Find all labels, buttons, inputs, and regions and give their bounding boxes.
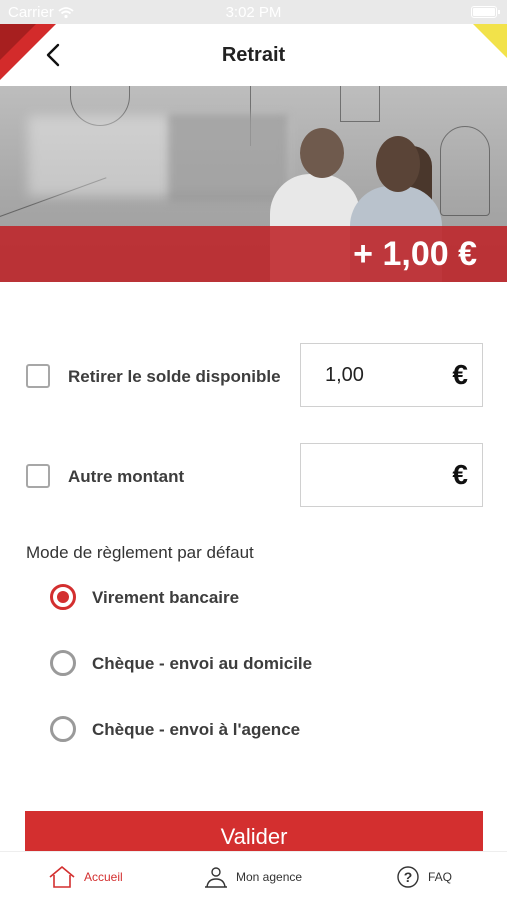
- withdraw-balance-checkbox[interactable]: [26, 364, 50, 388]
- amount-value: 1,00: [325, 364, 364, 386]
- other-amount-checkbox[interactable]: [26, 464, 50, 488]
- balance-banner: + 1,00 €: [0, 86, 507, 282]
- other-amount-field[interactable]: €: [300, 443, 483, 507]
- radio-virement-bancaire[interactable]: [50, 584, 76, 610]
- euro-icon: €: [452, 359, 468, 390]
- radio-cheque-domicile[interactable]: [50, 650, 76, 676]
- blurred-box: [168, 114, 288, 202]
- person-image: [300, 128, 344, 178]
- nav-item-mon-agence[interactable]: Mon agence: [204, 852, 302, 900]
- other-amount-label: Autre montant: [68, 467, 185, 486]
- svg-text:?: ?: [404, 869, 413, 885]
- radio-label: Virement bancaire: [92, 588, 240, 607]
- sketch-decoration: [340, 86, 380, 122]
- nav-label: FAQ: [428, 869, 453, 884]
- nav-item-faq[interactable]: ? FAQ: [396, 852, 452, 900]
- bottom-nav: Accueil Mon agence ? FAQ: [0, 851, 507, 900]
- person-icon: [205, 866, 227, 888]
- battery-icon: [471, 6, 500, 18]
- nav-item-accueil[interactable]: Accueil: [48, 852, 123, 900]
- question-icon: ?: [397, 865, 419, 888]
- withdraw-balance-amount-field[interactable]: 1,00 €: [300, 343, 483, 407]
- euro-icon: €: [452, 459, 468, 490]
- nav-label: Accueil: [84, 869, 123, 884]
- status-time: 3:02 PM: [225, 4, 282, 21]
- radio-cheque-agence[interactable]: [50, 716, 76, 742]
- home-icon: [49, 865, 75, 888]
- nav-label: Mon agence: [236, 869, 303, 884]
- radio-label: Chèque - envoi au domicile: [92, 654, 313, 673]
- page-title: Retrait: [221, 44, 286, 66]
- sketch-plant: [440, 126, 490, 216]
- withdraw-balance-label: Retirer le solde disponible: [68, 367, 281, 386]
- person-image: [376, 136, 420, 192]
- balance-amount: + 1,00 €: [353, 235, 477, 273]
- status-bar: Carrier 3:02 PM: [0, 0, 507, 24]
- payment-mode-title: Mode de règlement par défaut: [26, 543, 254, 562]
- radio-label: Chèque - envoi à l'agence: [92, 720, 301, 739]
